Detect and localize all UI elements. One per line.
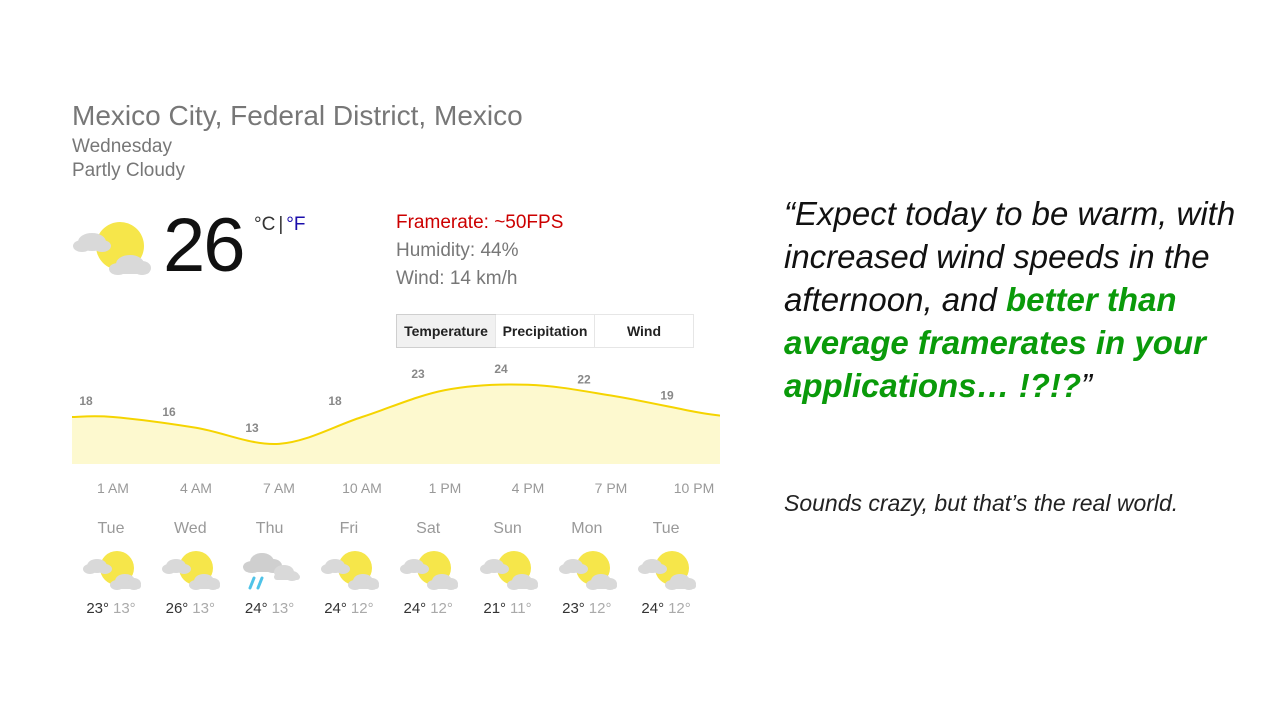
footnote-text: Sounds crazy, but that’s the real world.	[784, 490, 1179, 516]
weather-condition: Partly Cloudy	[72, 160, 185, 181]
temperature-point-label: 19	[660, 389, 674, 403]
forecast-day-name: Tue	[97, 520, 125, 537]
forecast-day-name: Thu	[255, 520, 284, 537]
forecast-low: 13°	[192, 600, 215, 617]
forecast-low: 12°	[430, 600, 453, 617]
forecast-day-name: Sun	[493, 520, 522, 537]
rain-icon	[242, 553, 300, 590]
forecast-day[interactable]: Sun 21° 11°	[470, 520, 546, 617]
forecast-temps: 24° 12°	[628, 600, 704, 617]
hour-label: 7 AM	[263, 480, 295, 496]
partly-cloudy-icon	[558, 551, 617, 590]
tab-wind[interactable]: Wind	[594, 315, 693, 347]
unit-toggle: °C | °F	[254, 214, 305, 236]
forecast-low: 12°	[588, 600, 612, 617]
temperature-point-label: 13	[245, 421, 259, 435]
tab-precipitation[interactable]: Precipitation	[495, 315, 594, 347]
forecast-day-name: Mon	[571, 520, 603, 537]
partly-cloudy-icon	[479, 551, 538, 590]
daily-forecast: Tue 23° 13° Wed 26° 13° Thu 24° 13° Fri 24° 12° Sat 2…	[72, 520, 720, 630]
forecast-high: 24°	[244, 600, 268, 617]
forecast-temps: 21° 11°	[470, 600, 546, 617]
forecast-day[interactable]: Thu 24° 13°	[232, 520, 308, 617]
temperature-point-label: 18	[79, 394, 93, 408]
forecast-high: 26°	[165, 600, 189, 617]
forecast-day[interactable]: Wed 26° 13°	[152, 520, 228, 617]
partly-cloudy-icon	[83, 551, 141, 590]
forecast-high: 23°	[562, 600, 585, 617]
quote-text: “Expect today to be warm, with increased…	[784, 192, 1254, 407]
forecast-low: 12°	[668, 600, 691, 617]
forecast-day[interactable]: Mon 23° 12°	[549, 520, 625, 617]
partly-cloudy-icon	[638, 551, 697, 590]
location-title: Mexico City, Federal District, Mexico	[72, 100, 523, 131]
temperature-point-label: 16	[162, 405, 176, 419]
humidity-text: Humidity: 44%	[396, 240, 519, 261]
hour-label: 10 PM	[673, 480, 715, 496]
partly-cloudy-icon	[162, 551, 221, 590]
temperature-point-label: 24	[494, 362, 508, 376]
forecast-high: 24°	[641, 600, 665, 617]
chart-tabs: Temperature Precipitation Wind	[396, 314, 694, 348]
forecast-temps: 24° 12°	[311, 600, 387, 617]
wind-text: Wind: 14 km/h	[396, 268, 518, 289]
temperature-point-label: 22	[577, 373, 591, 387]
unit-separator: |	[278, 214, 284, 235]
forecast-high: 24°	[403, 600, 427, 617]
temperature-point-label: 23	[411, 367, 425, 381]
hour-label: 1 AM	[97, 480, 129, 496]
partly-cloudy-icon	[400, 551, 459, 590]
hour-label: 4 PM	[511, 480, 545, 496]
forecast-day[interactable]: Tue 23° 13°	[73, 520, 149, 617]
partly-cloudy-icon	[320, 551, 379, 590]
forecast-day[interactable]: Sat 24° 12°	[390, 520, 466, 617]
forecast-temps: 23° 12°	[549, 600, 625, 617]
forecast-low: 13°	[271, 600, 295, 617]
partly-cloudy-icon	[73, 222, 151, 275]
fahrenheit-link[interactable]: °F	[286, 214, 305, 236]
hour-label: 1 PM	[428, 480, 462, 496]
framerate-text: Framerate: ~50FPS	[396, 212, 564, 233]
forecast-day[interactable]: Tue 24° 12°	[628, 520, 704, 617]
quote-part-2: ”	[1081, 367, 1092, 404]
forecast-day-name: Tue	[652, 520, 680, 537]
day-name: Wednesday	[72, 136, 172, 157]
hour-label: 10 AM	[342, 480, 382, 496]
forecast-high: 23°	[86, 600, 109, 617]
hourly-axis: 1 AM 4 AM 7 AM 10 AM 1 PM 4 PM 7 PM 10 P…	[72, 480, 720, 500]
forecast-low: 11°	[510, 600, 532, 617]
celsius-unit: °C	[254, 214, 276, 235]
temperature-chart: 18 16 13 18 23 24 22 19	[72, 362, 720, 464]
forecast-temps: 26° 13°	[152, 600, 228, 617]
tab-temperature[interactable]: Temperature	[396, 314, 496, 348]
forecast-day-name: Wed	[173, 520, 207, 537]
forecast-day-name: Sat	[416, 520, 441, 537]
forecast-high: 21°	[483, 600, 507, 617]
hour-label: 4 AM	[180, 480, 212, 496]
forecast-day[interactable]: Fri 24° 12°	[311, 520, 387, 617]
forecast-day-name: Fri	[339, 520, 359, 537]
hour-label: 7 PM	[594, 480, 628, 496]
forecast-low: 12°	[350, 600, 374, 617]
temperature-point-label: 18	[328, 394, 342, 408]
forecast-temps: 23° 13°	[73, 600, 149, 617]
forecast-temps: 24° 12°	[390, 600, 466, 617]
current-temperature: 26	[163, 203, 246, 288]
forecast-temps: 24° 13°	[232, 600, 308, 617]
forecast-low: 13°	[113, 600, 136, 617]
forecast-high: 24°	[324, 600, 347, 617]
